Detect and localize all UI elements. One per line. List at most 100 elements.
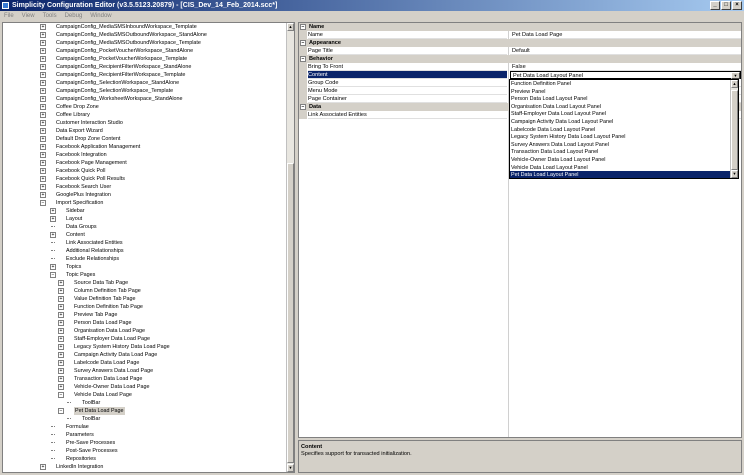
expand-icon[interactable]: +: [40, 192, 46, 198]
tree-node[interactable]: + Source Data Tab Page: [3, 279, 288, 287]
tree-node[interactable]: + Facebook Page Management: [3, 159, 288, 167]
tree-node[interactable]: + Sidebar: [3, 207, 288, 215]
tree-node-label[interactable]: CampaignConfig_WorksheetWorkspace_StandA…: [56, 95, 183, 103]
property-name[interactable]: Menu Mode: [308, 87, 507, 95]
property-name[interactable]: Group Code: [308, 79, 507, 87]
close-button[interactable]: ×: [732, 1, 742, 10]
tree-node[interactable]: + CampaignConfig_WorksheetWorkspace_Stand…: [3, 95, 288, 103]
tree-node[interactable]: + Value Definition Tab Page: [3, 295, 288, 303]
tree-node-label[interactable]: Survey Answers Data Load Page: [74, 367, 153, 375]
tree-node[interactable]: Pre-Save Processes: [3, 439, 288, 447]
property-row[interactable]: Bring To Front False: [299, 63, 741, 71]
tree-node[interactable]: + Topics: [3, 263, 288, 271]
property-row[interactable]: Name Pet Data Load Page: [299, 31, 741, 39]
tree-node-label[interactable]: Post-Save Processes: [66, 447, 118, 455]
expand-icon[interactable]: +: [58, 368, 64, 374]
expand-icon[interactable]: +: [58, 320, 64, 326]
tree-node-label[interactable]: Facebook Search User: [56, 183, 111, 191]
tree-node-label[interactable]: Data Groups: [66, 223, 97, 231]
tree-node-label[interactable]: Facebook Page Management: [56, 159, 127, 167]
expand-icon[interactable]: +: [50, 264, 56, 270]
tree-node-label[interactable]: Campaign Activity Data Load Page: [74, 351, 157, 359]
expand-icon[interactable]: +: [40, 152, 46, 158]
tree-node-label[interactable]: CampaignConfig_PocketVoucherWorkspace_St…: [56, 47, 193, 55]
expand-icon[interactable]: +: [40, 136, 46, 142]
tree-node-label[interactable]: GooglePlus Integration: [56, 191, 111, 199]
collapse-icon[interactable]: −: [50, 272, 56, 278]
tree-node[interactable]: Additional Relationships: [3, 247, 288, 255]
tree-node-label[interactable]: Organisation Data Load Page: [74, 327, 145, 335]
tree-node[interactable]: + Labelcode Data Load Page: [3, 359, 288, 367]
property-category[interactable]: − Appearance: [299, 39, 741, 47]
tree-node[interactable]: − Vehicle Data Load Page: [3, 391, 288, 399]
tree-node[interactable]: − Pet Data Load Page: [3, 407, 288, 415]
tree-node-label[interactable]: CampaignConfig_RecipientFilterWorkspace_…: [56, 63, 191, 71]
tree-node[interactable]: + Layout: [3, 215, 288, 223]
expand-icon[interactable]: +: [40, 168, 46, 174]
property-value[interactable]: Default: [510, 47, 741, 55]
tree-node-label[interactable]: Staff-Employer Data Load Page: [74, 335, 150, 343]
expand-icon[interactable]: +: [40, 184, 46, 190]
tree-node[interactable]: + Legacy System History Data Load Page: [3, 343, 288, 351]
tree-node-label[interactable]: Legacy System History Data Load Page: [74, 343, 170, 351]
tree-node[interactable]: + CampaignConfig_MediaSMSOutboundWorkspac…: [3, 39, 288, 47]
menu-tools[interactable]: Tools: [43, 13, 57, 19]
tree-node[interactable]: ToolBar: [3, 399, 288, 407]
property-name[interactable]: Content: [308, 71, 507, 79]
menu-file[interactable]: File: [4, 13, 14, 19]
tree-node-label[interactable]: ToolBar: [82, 415, 100, 423]
dropdown-scroll-up-icon[interactable]: ▲: [731, 80, 738, 88]
expand-icon[interactable]: +: [58, 336, 64, 342]
tree-node[interactable]: Exclude Relationships: [3, 255, 288, 263]
expand-icon[interactable]: +: [40, 464, 46, 470]
tree-node-label[interactable]: CampaignConfig_SelectionWorkspace_StandA…: [56, 79, 179, 87]
expand-icon[interactable]: +: [40, 128, 46, 134]
expand-icon[interactable]: +: [40, 120, 46, 126]
dropdown-scroll-down-icon[interactable]: ▼: [731, 170, 738, 178]
collapse-icon[interactable]: −: [58, 408, 64, 414]
collapse-icon[interactable]: −: [300, 56, 306, 62]
tree-node-label[interactable]: Function Definition Tab Page: [74, 303, 143, 311]
tree-node-label[interactable]: CampaignConfig_MediaSMSOutboundWorkspace…: [56, 39, 201, 47]
menu-debug[interactable]: Debug: [65, 13, 83, 19]
collapse-icon[interactable]: −: [300, 104, 306, 110]
tree-node-label[interactable]: Layout: [66, 215, 82, 223]
tree-node[interactable]: + Customer Interaction Studio: [3, 119, 288, 127]
tree-node[interactable]: + Facebook Application Management: [3, 143, 288, 151]
tree-scrollbar[interactable]: ▲ ▼: [286, 23, 294, 472]
tree-node[interactable]: Parameters: [3, 431, 288, 439]
expand-icon[interactable]: +: [40, 40, 46, 46]
tree-node-label[interactable]: CampaignConfig_MediaSMSInboundWorkspace_…: [56, 23, 197, 31]
tree-node-label[interactable]: Coffee Drop Zone: [56, 103, 99, 111]
configuration-tree[interactable]: + CampaignConfig_MediaSMSInboundWorkspace…: [2, 22, 295, 473]
expand-icon[interactable]: +: [50, 216, 56, 222]
expand-icon[interactable]: +: [40, 56, 46, 62]
tree-node-label[interactable]: Formulae: [66, 423, 89, 431]
tree-node[interactable]: + Column Definition Tab Page: [3, 287, 288, 295]
tree-node[interactable]: + Data Export Wizard: [3, 127, 288, 135]
collapse-icon[interactable]: −: [58, 392, 64, 398]
tree-node[interactable]: + Staff-Employer Data Load Page: [3, 335, 288, 343]
tree-node-label[interactable]: Labelcode Data Load Page: [74, 359, 139, 367]
collapse-icon[interactable]: −: [300, 40, 306, 46]
expand-icon[interactable]: +: [40, 24, 46, 30]
expand-icon[interactable]: +: [40, 176, 46, 182]
tree-node[interactable]: − Topic Pages: [3, 271, 288, 279]
tree-node[interactable]: + Facebook Quick Poll: [3, 167, 288, 175]
property-name[interactable]: Name: [308, 31, 507, 39]
expand-icon[interactable]: +: [58, 304, 64, 310]
tree-node-label[interactable]: CampaignConfig_RecipientFilterWorkspace_…: [56, 71, 185, 79]
scroll-up-arrow-icon[interactable]: ▲: [287, 23, 294, 31]
expand-icon[interactable]: +: [40, 80, 46, 86]
expand-icon[interactable]: +: [58, 296, 64, 302]
tree-node-label[interactable]: CampaignConfig_SelectionWorkspace_Templa…: [56, 87, 173, 95]
property-row[interactable]: Page Title Default: [299, 47, 741, 55]
expand-icon[interactable]: +: [40, 144, 46, 150]
tree-node-label[interactable]: Default Drop Zone Content: [56, 135, 120, 143]
property-value[interactable]: Pet Data Load Layout Panel ▼: [510, 71, 741, 79]
expand-icon[interactable]: +: [58, 312, 64, 318]
expand-icon[interactable]: +: [40, 104, 46, 110]
property-category[interactable]: − Behavior: [299, 55, 741, 63]
collapse-icon[interactable]: −: [300, 24, 306, 30]
tree-node[interactable]: + CampaignConfig_SelectionWorkspace_Stand…: [3, 79, 288, 87]
